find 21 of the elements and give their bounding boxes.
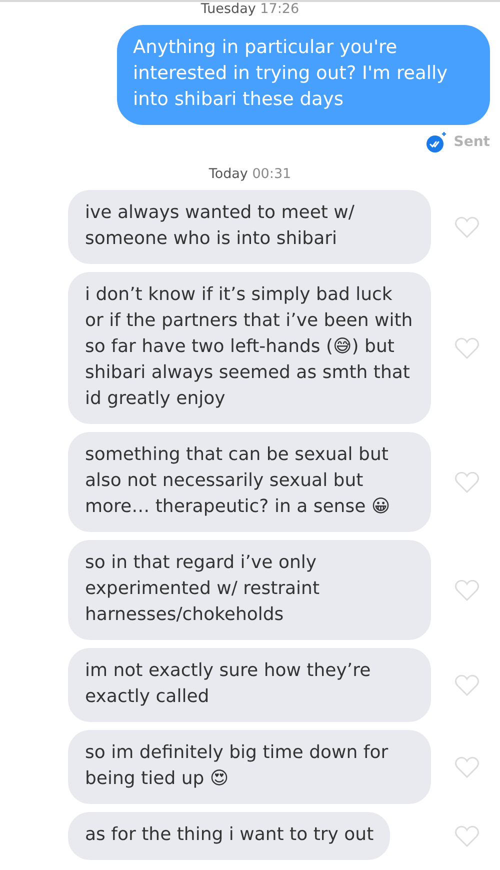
message-text: ive always wanted to meet w/ someone who is into shibari [85, 202, 354, 249]
message-text: as for the thing i want to try out [85, 824, 374, 845]
date-label: Tuesday [200, 2, 256, 17]
double-check-icon [426, 131, 448, 153]
time-label: 00:31 [252, 166, 292, 182]
message-text: i don’t know if it’s simply bad luck or if the partners that i’ve been with so far have two left-hands (😅) but shibari always seemed as smth that id greatly enjoy [85, 284, 413, 409]
heart-icon[interactable] [454, 674, 480, 696]
message-text: Anything in particular you're interested in trying out? I'm really into shibari these days [133, 37, 448, 110]
message-text: so in that regard i’ve only experimented w/ restraint harnesses/chokeholds [85, 552, 320, 625]
heart-icon[interactable] [454, 216, 480, 238]
heart-icon[interactable] [454, 824, 480, 848]
sent-status: Sent [454, 134, 490, 150]
heart-icon[interactable] [454, 578, 480, 602]
heart-icon[interactable] [454, 336, 480, 360]
heart-icon[interactable] [454, 756, 480, 778]
date-label: Today [208, 166, 248, 182]
heart-icon[interactable] [454, 470, 480, 494]
message-text: so im definitely big time down for being tied up 😍 [85, 742, 388, 789]
message-text: something that can be sexual but also not necessarily sexual but more… therapeutic? in a sense 😀 [85, 444, 390, 517]
message-text: im not exactly sure how they’re exactly called [85, 660, 371, 707]
time-label: 17:26 [260, 2, 300, 17]
